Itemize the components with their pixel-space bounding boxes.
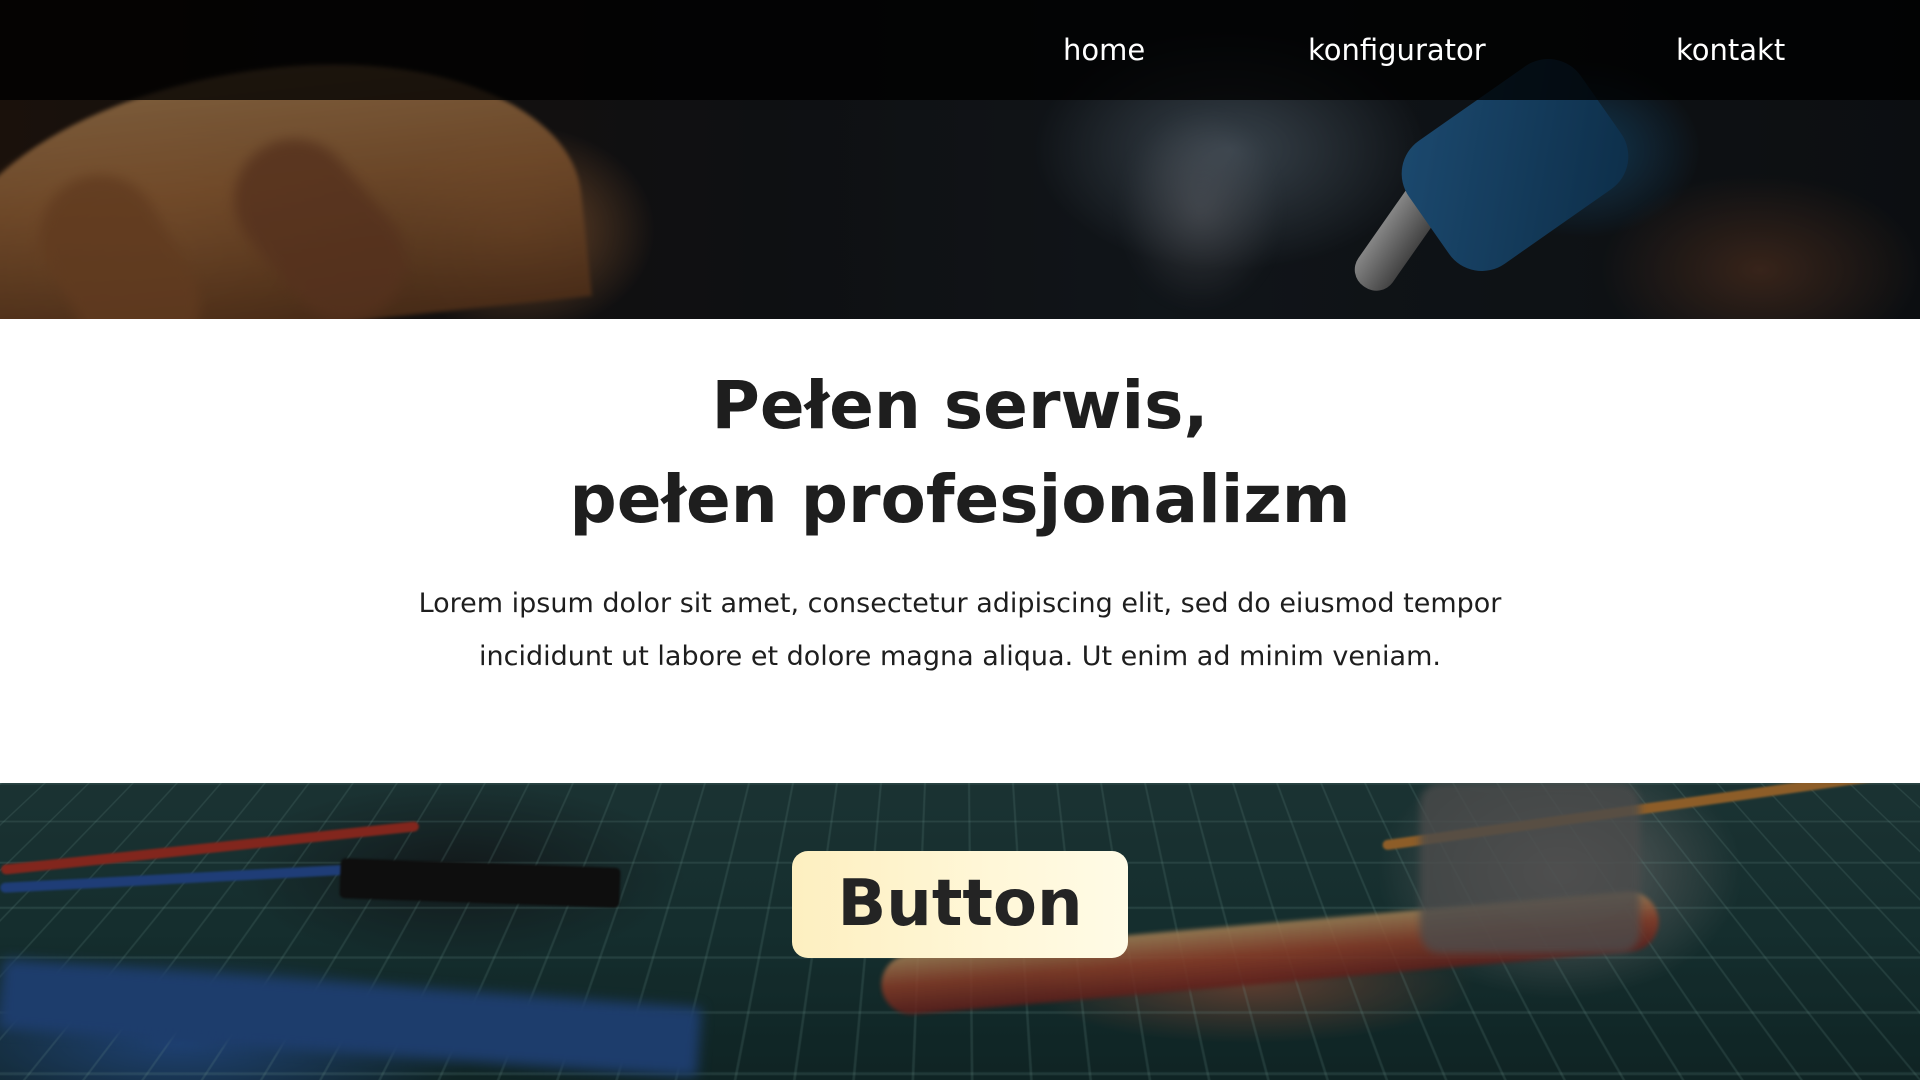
cta-button[interactable]: Button xyxy=(792,851,1128,958)
top-navbar: home konfigurator kontakt xyxy=(0,0,1920,100)
headline-line-2: pełen profesjonalizm xyxy=(569,461,1351,538)
headline-line-1: Pełen serwis, xyxy=(711,367,1209,444)
nav-link-konfigurator[interactable]: konfigurator xyxy=(1308,32,1486,68)
lead-paragraph: Lorem ipsum dolor sit amet, consectetur … xyxy=(418,588,1502,672)
nav-link-kontakt[interactable]: kontakt xyxy=(1676,32,1785,68)
nav-link-home[interactable]: home xyxy=(1063,32,1145,68)
page-title: Pełen serwis, pełen profesjonalizm xyxy=(0,359,1920,547)
hero-content-section: Pełen serwis, pełen profesjonalizm Lorem… xyxy=(0,319,1920,783)
